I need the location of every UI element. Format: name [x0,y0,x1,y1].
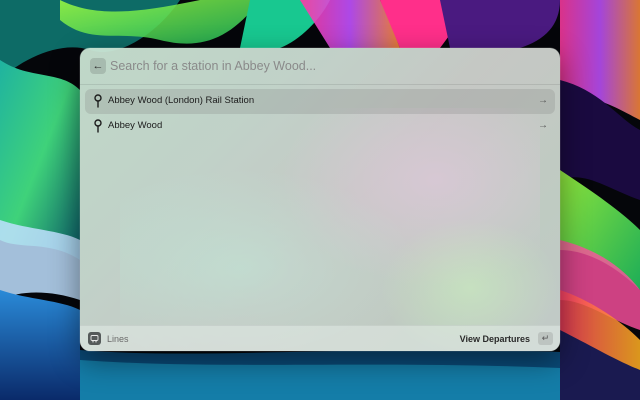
list-item[interactable]: Abbey Wood → [85,114,555,139]
map-pin-icon [94,94,102,108]
results-list: Abbey Wood (London) Rail Station → Abbey… [80,89,560,139]
back-button[interactable]: ← [90,58,106,74]
search-bar: ← [80,48,560,84]
arrow-right-icon: → [538,120,548,131]
list-item[interactable]: Abbey Wood (London) Rail Station → [85,89,555,114]
extension-label: Lines [107,334,129,344]
lines-extension-icon [88,332,101,345]
search-divider [80,84,560,85]
list-item-title: Abbey Wood [108,120,163,131]
map-pin-icon [94,119,102,133]
view-departures-button[interactable]: View Departures [460,334,530,344]
list-item-title: Abbey Wood (London) Rail Station [108,95,255,106]
arrow-right-icon: → [538,95,548,106]
return-key-icon[interactable]: ↵ [538,332,553,345]
search-input[interactable] [110,56,530,76]
action-bar: Lines View Departures ↵ [80,325,560,351]
command-palette-window: ← Abbey Wood (London) Rail Station → Abb… [80,48,560,351]
return-shortcut: ↵ [541,333,550,343]
arrow-left-icon: ← [92,59,104,72]
